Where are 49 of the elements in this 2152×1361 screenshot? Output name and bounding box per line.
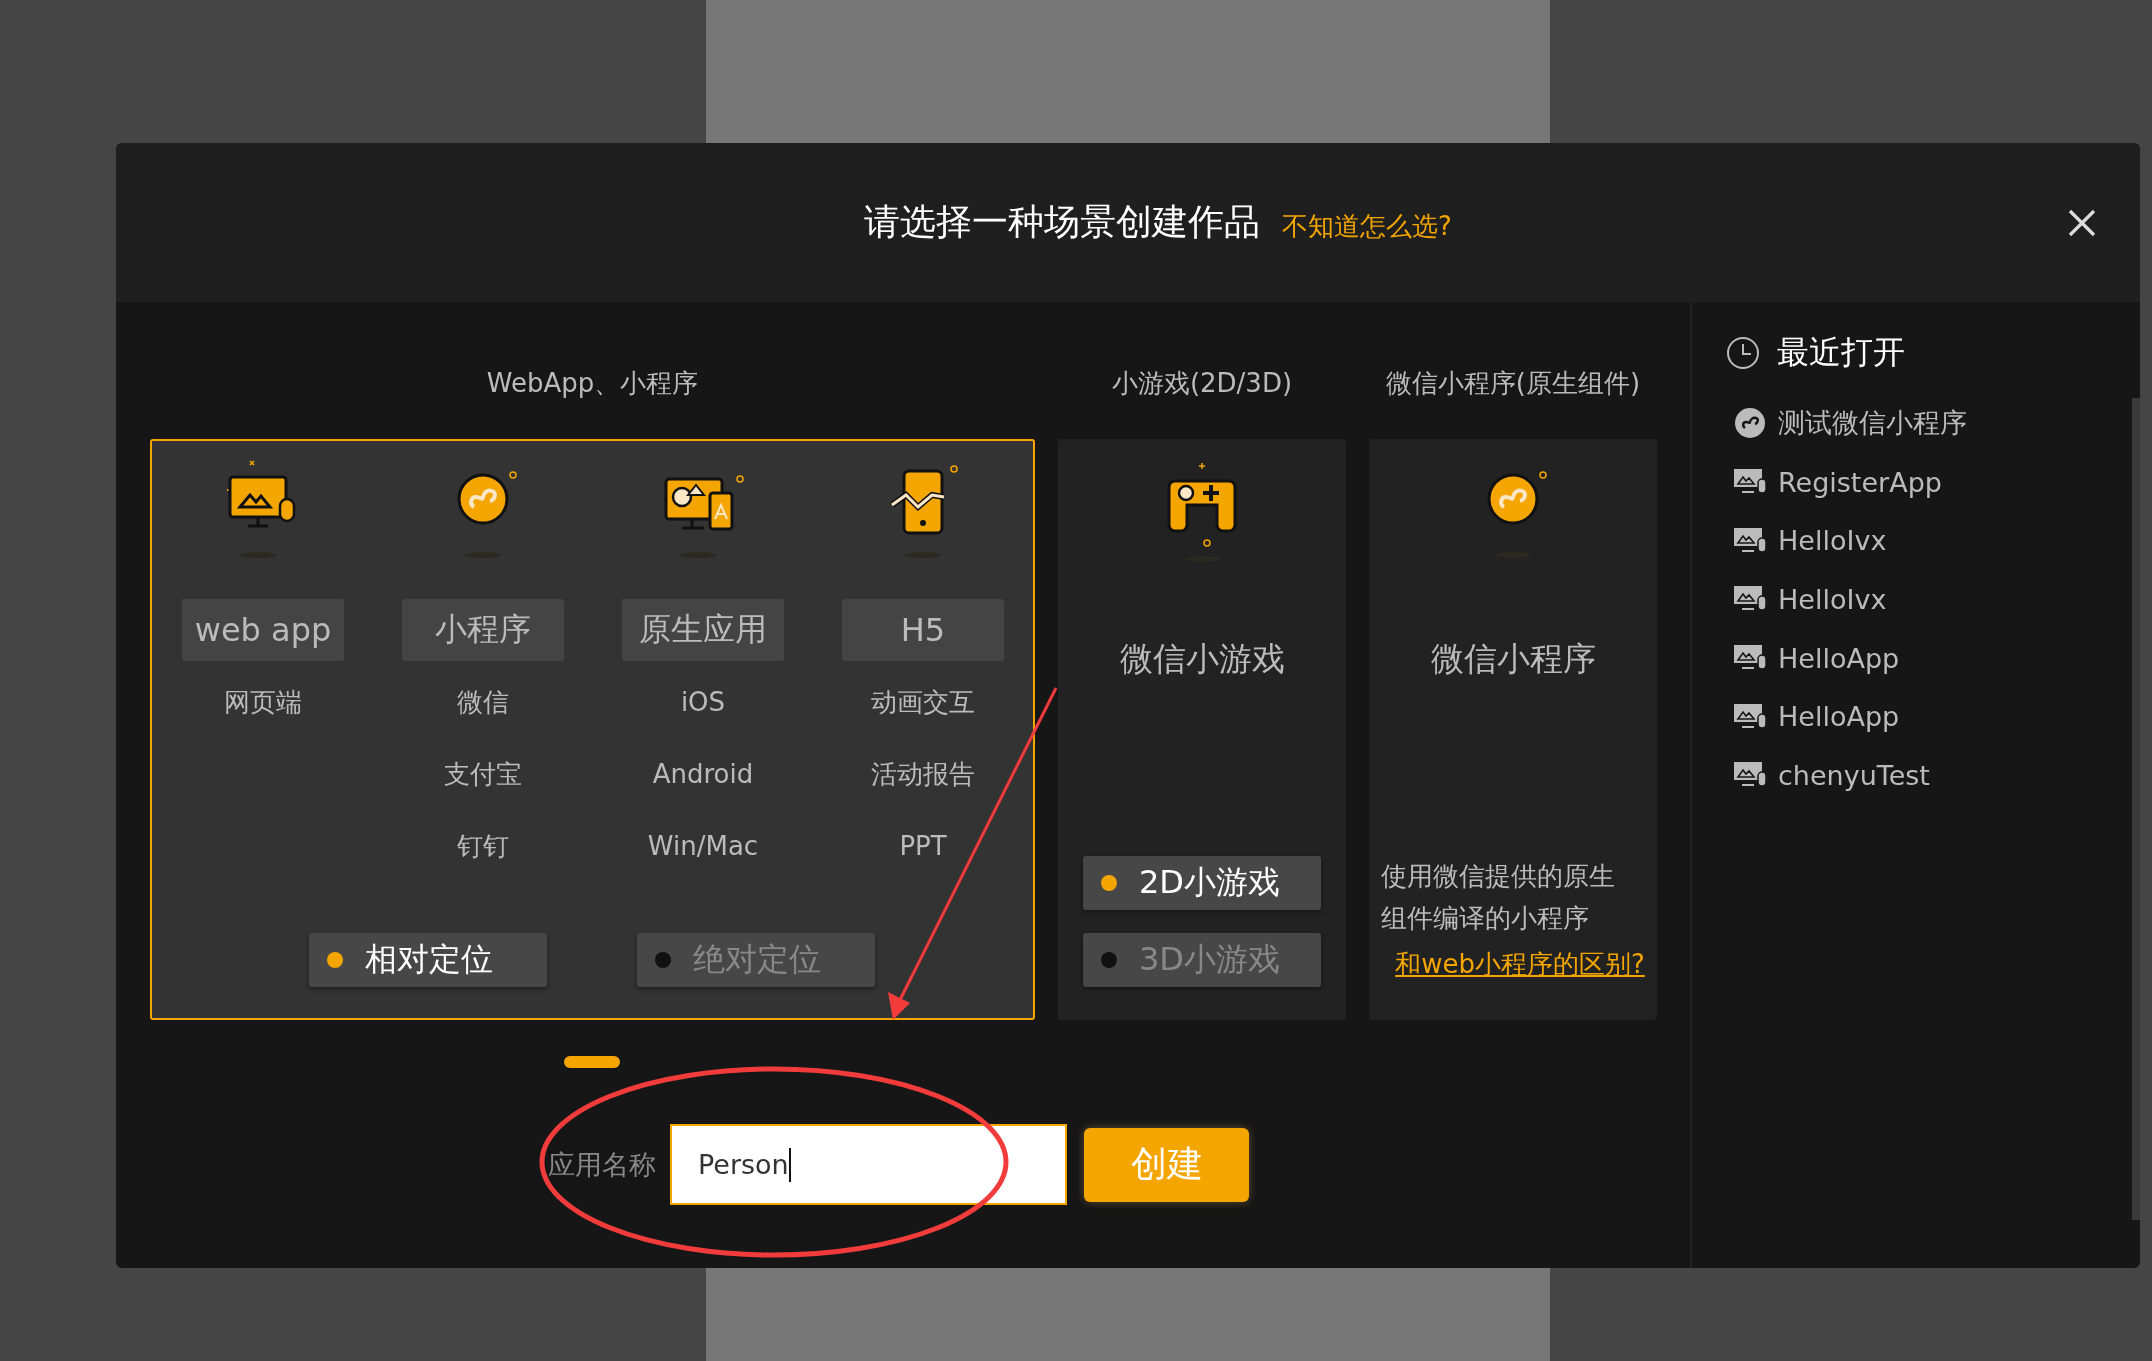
recent-heading: 最近打开 (1777, 332, 1905, 373)
platform-label: 网页端 (224, 686, 302, 719)
recent-project[interactable]: HelloIvx (1778, 525, 1887, 557)
platform-label: 动画交互 (871, 686, 975, 719)
monitor-icon (1734, 469, 1766, 496)
platform-label: PPT (899, 830, 947, 863)
help-link[interactable]: 不知道怎么选? (1282, 209, 1452, 244)
dialog-title: 请选择一种场景创建作品 (864, 200, 1261, 244)
scene-type-button[interactable]: 小程序 (402, 599, 564, 661)
section-heading: 微信小程序(原生组件) (1385, 367, 1641, 400)
recent-project[interactable]: HelloApp (1778, 701, 1900, 733)
scene-description: 使用微信提供的原生组件编译的小程序 (1381, 860, 1616, 935)
platform-label: 微信 (457, 686, 509, 719)
recent-project[interactable]: chenyuTest (1778, 759, 1930, 791)
scene-type-button[interactable]: web app (182, 599, 344, 661)
platform-label: 活动报告 (871, 758, 975, 791)
clock-icon (1726, 336, 1760, 370)
difference-link[interactable]: 和web小程序的区别? (1395, 947, 1645, 982)
monitor-icon (1734, 527, 1766, 554)
scene-card[interactable]: 微信小游戏 2D小游戏 3D小游戏 (1058, 439, 1346, 1020)
recent-project[interactable]: HelloIvx (1778, 583, 1887, 615)
field-label: 应用名称 (548, 1147, 656, 1182)
platform-label: 支付宝 (444, 758, 522, 791)
monitor-icon (1734, 762, 1766, 789)
scene-card[interactable]: web app 网页端 小程序 微信 支付宝 钉钉 原生应用 iOS Android Win/Mac H5 动画交互 活动报告 PPT 相对定位 绝对定位 (150, 439, 1035, 1020)
app-name-field[interactable]: Person (670, 1124, 1067, 1205)
scrollbar[interactable] (2132, 398, 2140, 1220)
page-indicator[interactable] (564, 1056, 620, 1068)
scene-type-button[interactable]: 原生应用 (622, 599, 784, 661)
layout-option[interactable]: 相对定位 (309, 933, 547, 987)
recent-project[interactable]: HelloApp (1778, 642, 1900, 674)
game-type-option[interactable]: 2D小游戏 (1083, 856, 1321, 910)
close-icon[interactable] (2068, 209, 2096, 237)
link-circle-icon (1734, 407, 1766, 440)
platform-label: iOS (680, 686, 726, 719)
recent-project[interactable]: 测试微信小程序 (1778, 405, 1967, 442)
monitor-icon (1734, 645, 1766, 672)
recent-project[interactable]: RegisterApp (1778, 466, 1942, 498)
platform-label: Win/Mac (647, 830, 759, 863)
scene-title: 微信小程序 (1430, 638, 1596, 680)
platform-label: Android (652, 758, 754, 791)
section-heading: WebApp、小程序 (486, 367, 699, 400)
scene-card[interactable]: 微信小程序 使用微信提供的原生组件编译的小程序 和web小程序的区别? (1369, 439, 1657, 1020)
scene-title: 微信小游戏 (1119, 638, 1285, 680)
monitor-icon (1734, 586, 1766, 613)
scene-type-button[interactable]: H5 (842, 599, 1004, 661)
monitor-icon (1734, 703, 1766, 730)
platform-label: 钉钉 (457, 830, 509, 863)
section-heading: 小游戏(2D/3D) (1111, 367, 1293, 400)
